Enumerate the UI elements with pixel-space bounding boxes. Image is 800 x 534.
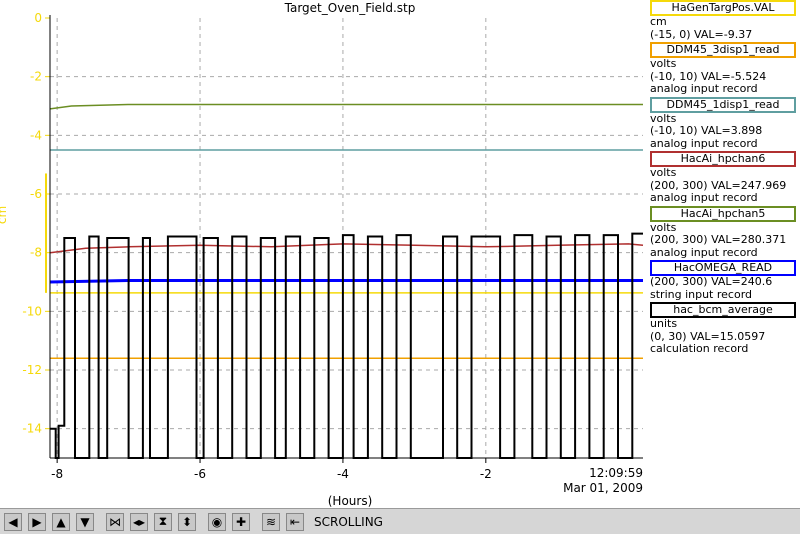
y-tick-label: -14 — [22, 422, 42, 436]
chart: -8 -6 -4 -2 0 -2 -4 -6 -8 -10 -12 -14 Target_Oven_F… — [0, 0, 646, 508]
zoom-in-vertical-button[interactable]: ⧗ — [154, 512, 172, 531]
legend-item-detail: (-15, 0) VAL=-9.37 — [650, 27, 753, 41]
legend-item[interactable]: hac_bcm_average units (0, 30) VAL=15.0597 c… — [646, 302, 800, 356]
chart-title: Target_Oven_Field.stp — [284, 1, 416, 15]
auto-scale-button[interactable]: ◉ — [208, 512, 226, 531]
legend-item-name[interactable]: HacAi_hpchan5 — [650, 205, 796, 222]
legend-item-name[interactable]: DDM45_3disp1_read — [650, 42, 796, 58]
pan-up-button[interactable]: ▲ — [52, 512, 70, 531]
mode-icon: ⇤ — [289, 514, 301, 529]
y-tick-label: -8 — [30, 246, 42, 260]
config-button[interactable]: ≋ — [262, 512, 280, 531]
legend-item-detail: calculation record — [650, 342, 749, 355]
pan-left-button[interactable]: ◀ — [4, 512, 22, 531]
legend-item[interactable]: DDM45_1disp1_read volts (-10, 10) VAL=3.89… — [646, 96, 800, 151]
zoom-out-horizontal-button[interactable]: ◂▸ — [130, 512, 148, 531]
legend-item-detail: units — [650, 317, 678, 330]
legend-item[interactable]: HacAi_hpchan6 volts (200, 300) VAL=247.969… — [646, 151, 800, 205]
y-axis-title: cm — [0, 206, 9, 224]
x-tick-label: -4 — [337, 467, 349, 481]
legend: HaGenTargPos.VAL cm (-15, 0) VAL=-9.37 DDM4… — [646, 0, 800, 357]
mode-button[interactable]: ⇤ — [286, 512, 304, 531]
mode-status: SCROLLING — [314, 514, 383, 529]
legend-item-detail: analog input record — [650, 191, 758, 204]
x-tick-label: -6 — [194, 467, 206, 481]
pan-right-icon: ▶ — [32, 514, 42, 529]
x-tick-label: -8 — [51, 467, 63, 481]
pan-down-icon: ▼ — [80, 514, 90, 529]
time-label: 12:09:59 — [589, 466, 643, 480]
add-pv-button[interactable]: ✚ — [232, 512, 250, 531]
x-axis-title: (Hours) — [328, 494, 373, 508]
legend-item-detail: analog input record — [650, 245, 758, 259]
legend-item-name[interactable]: HacOMEGA_READ — [650, 260, 796, 276]
legend-item-detail: cm — [650, 15, 667, 28]
pan-up-icon: ▲ — [56, 514, 66, 529]
toolbar-buttons: ◀ ▶ ▲ ▼ ⋈ ◂▸ ⧗ ⬍ ◉ ✚ ≋ ⇤ — [4, 512, 310, 531]
zoom-out-horizontal-icon: ◂▸ — [132, 514, 146, 529]
y-tick-label: -2 — [30, 70, 42, 84]
legend-item[interactable]: HacAi_hpchan5 volts (200, 300) VAL=280.371… — [646, 205, 800, 260]
x-tick-label: -2 — [480, 467, 492, 481]
legend-item[interactable]: HacOMEGA_READ (200, 300) VAL=240.6 string … — [646, 260, 800, 301]
auto-scale-icon: ◉ — [211, 514, 223, 529]
legend-item-name[interactable]: HaGenTargPos.VAL — [650, 0, 796, 16]
series-HacOMEGA_READ — [49, 279, 643, 284]
legend-item[interactable]: DDM45_3disp1_read volts (-10, 10) VAL=-5.5… — [646, 42, 800, 96]
legend-item-detail: volts — [650, 57, 677, 70]
y-tick-label: 0 — [34, 11, 42, 25]
zoom-in-vertical-icon: ⧗ — [158, 514, 168, 528]
legend-item-detail: analog input record — [650, 136, 758, 150]
pan-right-button[interactable]: ▶ — [28, 512, 46, 531]
add-pv-icon: ✚ — [235, 514, 247, 529]
y-tick-label: -12 — [22, 363, 42, 377]
legend-item-detail: string input record — [650, 287, 753, 301]
legend-item-detail: (200, 300) VAL=280.371 — [650, 233, 787, 246]
legend-item-name[interactable]: hac_bcm_average — [650, 302, 796, 318]
zoom-out-vertical-icon: ⬍ — [181, 514, 193, 529]
y-tick-label: -6 — [30, 187, 42, 201]
legend-item-detail: analog input record — [650, 82, 758, 95]
config-icon: ≋ — [265, 514, 277, 529]
legend-item-detail: (200, 300) VAL=240.6 — [650, 275, 773, 288]
legend-item-detail: (-10, 10) VAL=3.898 — [650, 124, 763, 137]
zoom-out-vertical-button[interactable]: ⬍ — [178, 512, 196, 531]
y-tick-label: -4 — [30, 128, 42, 142]
legend-item-name[interactable]: HacAi_hpchan6 — [650, 151, 796, 167]
legend-item[interactable]: HaGenTargPos.VAL cm (-15, 0) VAL=-9.37 — [646, 0, 800, 41]
y-tick-label: -10 — [22, 304, 42, 318]
legend-item-name[interactable]: DDM45_1disp1_read — [650, 96, 796, 113]
toolbar: ◀ ▶ ▲ ▼ ⋈ ◂▸ ⧗ ⬍ ◉ ✚ ≋ ⇤ SCROLLING — [0, 508, 800, 534]
legend-item-detail: volts — [650, 166, 677, 179]
date-label: Mar 01, 2009 — [563, 481, 643, 495]
zoom-in-horizontal-button[interactable]: ⋈ — [106, 512, 124, 531]
zoom-in-horizontal-icon: ⋈ — [109, 514, 121, 529]
pan-left-icon: ◀ — [8, 514, 18, 529]
pan-down-button[interactable]: ▼ — [76, 512, 94, 531]
